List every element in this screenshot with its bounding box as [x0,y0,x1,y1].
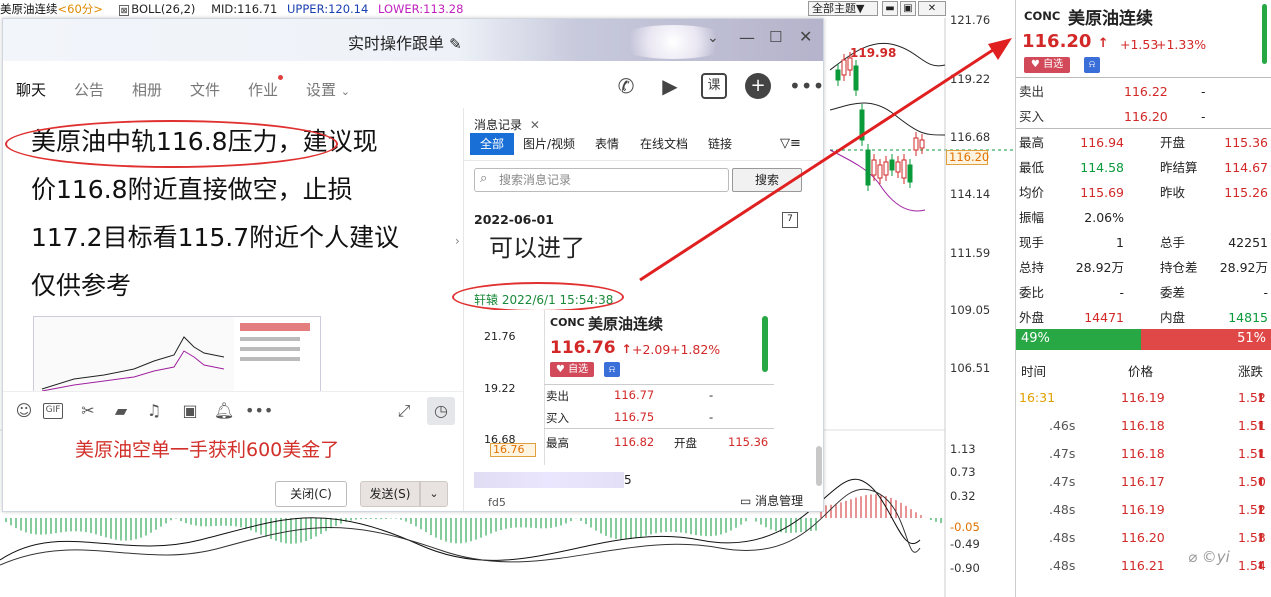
stat-label: 总手 [1160,235,1186,250]
up-arrow-icon: ↑ [1097,36,1109,51]
tick-row: .46s 116.18 1.51 ⬆ [1016,412,1271,440]
buy-extra: - [1201,109,1206,124]
quote-stat-row: 最低 114.58 昨结算 114.67 [1016,155,1271,180]
sell-ratio: 51% [1237,331,1266,346]
stat-value: 42251 [1228,235,1268,250]
stat-label: 委差 [1160,285,1186,300]
up-arrow-icon: ⬆ [1256,503,1266,516]
quote-stat-row: 现手 1 总手 42251 [1016,230,1271,255]
quote-change: +1.53 [1120,37,1159,52]
sell-label: 卖出 [1019,84,1045,99]
tick-time: .48s [1049,558,1076,573]
stat-value: 28.92万 [1075,260,1124,275]
stat-label: 昨收 [1160,185,1186,200]
stat-label: 委比 [1019,285,1045,300]
tick-row: 16:31 116.19 1.52 ⬆ [1016,384,1271,412]
tick-time: 16:31 [1019,390,1056,405]
tick-price: 116.21 [1121,558,1165,573]
tick-time: .46s [1049,418,1076,433]
up-arrow-icon: ⬆ [1256,531,1266,544]
up-arrow-icon: ⬆ [1256,419,1266,432]
tick-header-change: 涨跌 [1238,364,1264,379]
tick-price: 116.17 [1121,474,1165,489]
tick-row: .48s 116.21 1.54 ⬆ [1016,552,1271,580]
up-arrow-icon: ⬆ [1256,475,1266,488]
quote-name: 美原油连续 [1068,9,1153,29]
sell-value: 116.22 [1124,84,1168,99]
quote-stat-row: 外盘 14471 内盘 14815 [1016,305,1271,330]
tick-price: 116.18 [1121,446,1165,461]
tick-row: .47s 116.18 1.51 ⬆ [1016,440,1271,468]
stat-label: 现手 [1019,235,1045,250]
stat-value: 114.58 [1080,160,1124,175]
stat-value: 115.26 [1224,185,1268,200]
quote-stat-row: 最高 116.94 开盘 115.36 [1016,130,1271,155]
tick-price: 116.18 [1121,418,1165,433]
stat-value: - [1119,285,1124,300]
stat-value: 28.92万 [1219,260,1268,275]
up-arrow-icon: ⬆ [1256,447,1266,460]
stat-value: 116.94 [1080,135,1124,150]
tick-time: .48s [1049,530,1076,545]
up-arrow-icon: ⬆ [1256,559,1266,572]
quote-panel[interactable]: CONC 美原油连续 116.20 ↑ +1.53 +1.33% ♥ 自选 ⍾ … [1015,0,1271,597]
fav-button[interactable]: ♥ 自选 [1024,57,1070,73]
buy-label: 买入 [1019,109,1045,124]
tick-time: .48s [1049,502,1076,517]
stat-value: 2.06% [1084,210,1124,225]
stat-label: 最高 [1019,135,1045,150]
tick-header-price: 价格 [1128,364,1154,379]
quote-tag: CONC [1024,9,1061,23]
stat-value: 115.69 [1080,185,1124,200]
stat-label: 开盘 [1160,135,1186,150]
tick-row: .47s 116.17 1.50 ⬆ [1016,468,1271,496]
tick-time: .47s [1049,446,1076,461]
stat-label: 持仓差 [1160,260,1198,275]
quote-price: 116.20 ↑ [1022,31,1109,52]
watermark-logo: ⌀ ©yi [1188,548,1230,566]
tick-row: .48s 116.20 1.53 ⬆ [1016,524,1271,552]
stat-label: 最低 [1019,160,1045,175]
tick-price: 116.19 [1121,390,1165,405]
quote-stat-row: 均价 115.69 昨收 115.26 [1016,180,1271,205]
stat-label: 振幅 [1019,210,1045,225]
stat-value: 114.67 [1224,160,1268,175]
bell-icon[interactable]: ⍾ [1084,57,1100,73]
stat-value: 14471 [1084,310,1124,325]
tick-price: 116.20 [1121,530,1165,545]
quote-pct: +1.33% [1156,37,1207,52]
stat-value: 1 [1116,235,1124,250]
stat-label: 内盘 [1160,310,1186,325]
tick-time: .47s [1049,474,1076,489]
tick-row: .48s 116.19 1.52 ⬆ [1016,496,1271,524]
stat-value: - [1263,285,1268,300]
stat-value: 115.36 [1224,135,1268,150]
buy-value: 116.20 [1124,109,1168,124]
buy-ratio: 49% [1021,331,1050,346]
quote-stat-row: 振幅 2.06% [1016,205,1271,230]
up-arrow-icon: ⬆ [1256,391,1266,404]
buy-sell-ratio-bar: 49% 51% [1016,329,1271,350]
stat-value: 14815 [1228,310,1268,325]
tick-price: 116.19 [1121,502,1165,517]
tick-header-time: 时间 [1021,364,1047,379]
stat-label: 总持 [1019,260,1045,275]
stat-label: 均价 [1019,185,1045,200]
sell-extra: - [1201,84,1206,99]
quote-stat-row: 总持 28.92万 持仓差 28.92万 [1016,255,1271,280]
quote-scrollbar[interactable] [1262,4,1267,64]
quote-stat-row: 委比 - 委差 - [1016,280,1271,305]
stat-label: 昨结算 [1160,160,1198,175]
stat-label: 外盘 [1019,310,1045,325]
